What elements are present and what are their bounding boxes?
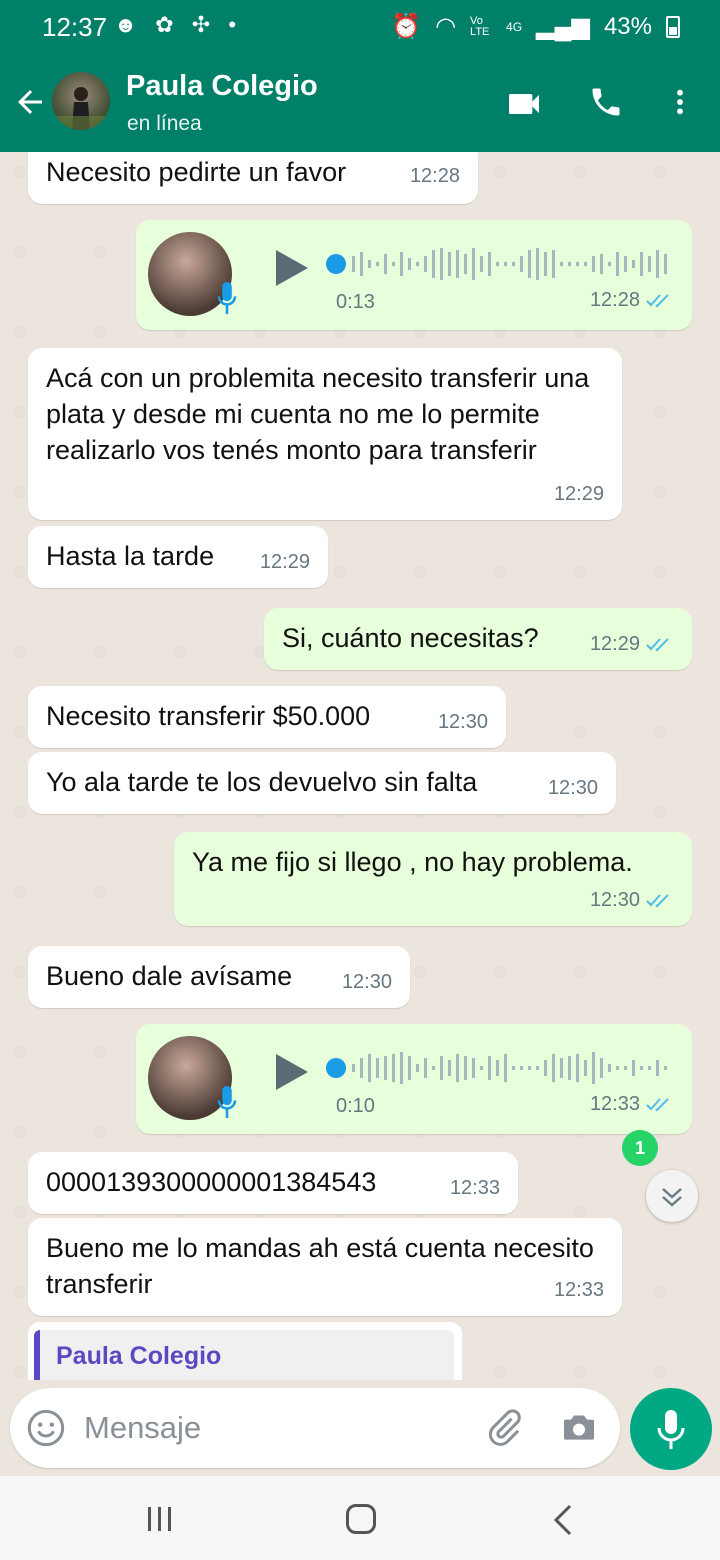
- attach-icon[interactable]: [484, 1408, 524, 1448]
- message-bubble[interactable]: Ya me fijo si llego , no hay problema. 1…: [174, 832, 692, 926]
- scroll-to-bottom-button[interactable]: [646, 1170, 698, 1222]
- video-call-icon[interactable]: [504, 84, 544, 124]
- message-composer: [10, 1388, 620, 1468]
- mic-icon: [217, 282, 237, 314]
- message-bubble[interactable]: 0000139300000001384543 12:33: [28, 1152, 518, 1214]
- camera-icon[interactable]: [558, 1408, 600, 1448]
- message-text: Bueno dale avísame: [46, 961, 293, 991]
- voice-message[interactable]: 0:13 12:28: [136, 220, 692, 330]
- mic-icon: [217, 1086, 237, 1118]
- wifi-icon: ◠: [435, 13, 457, 40]
- recent-apps-icon[interactable]: [146, 1506, 174, 1532]
- emoji-icon[interactable]: [26, 1408, 66, 1448]
- phone-icon[interactable]: [588, 84, 624, 120]
- unread-badge: 1: [622, 1130, 658, 1166]
- waveform[interactable]: [352, 1050, 672, 1086]
- alarm-icon: ⏰: [391, 13, 422, 40]
- message-bubble[interactable]: Bueno dale avísame 12:30: [28, 946, 410, 1008]
- read-ticks-icon: [646, 1098, 669, 1112]
- network-type: 4G: [506, 19, 523, 34]
- message-bubble[interactable]: Si, cuánto necesitas? 12:29: [264, 608, 692, 670]
- system-navigation-bar: [0, 1476, 720, 1560]
- message-time: 12:28: [589, 289, 640, 311]
- status-bar: 12:37 ☻ ✿ ✣ • ⏰ ◠ Vo LTE 4G ▂▄▆ 43%: [0, 0, 720, 56]
- message-time: 12:30: [589, 889, 640, 911]
- message-time: 12:33: [589, 1093, 640, 1115]
- message-text: Bueno me lo mandas ah está cuenta necesi…: [46, 1233, 594, 1299]
- play-icon[interactable]: [270, 248, 310, 288]
- quoted-message-preview[interactable]: Paula Colegio: [28, 1322, 462, 1380]
- chat-area[interactable]: Necesito pedirte un favor 12:28 0:13 12:…: [0, 152, 720, 1380]
- voice-duration: 0:10: [336, 1095, 375, 1117]
- contact-status: en línea: [127, 112, 202, 135]
- notification-icons: ☻ ✿ ✣ •: [114, 12, 243, 37]
- mic-icon: [657, 1410, 685, 1449]
- volte-indicator: Vo LTE: [470, 14, 490, 38]
- status-time: 12:37: [42, 12, 108, 42]
- message-text: Yo ala tarde te los devuelvo sin falta: [46, 767, 478, 797]
- waveform[interactable]: [352, 246, 672, 282]
- message-text: Ya me fijo si llego , no hay problema.: [192, 847, 633, 877]
- message-bubble[interactable]: Bueno me lo mandas ah está cuenta necesi…: [28, 1218, 622, 1316]
- message-bubble[interactable]: Necesito pedirte un favor 12:28: [28, 152, 478, 204]
- read-ticks-icon: [646, 638, 669, 652]
- message-time: 12:28: [409, 165, 460, 187]
- voice-message[interactable]: 0:10 12:33: [136, 1024, 692, 1134]
- message-time: 12:29: [259, 551, 310, 573]
- voice-duration: 0:13: [336, 291, 375, 313]
- signal-icon: ▂▄▆: [536, 13, 590, 40]
- message-time: 12:30: [341, 971, 392, 993]
- message-text: Acá con un problemita necesito transferi…: [46, 363, 590, 465]
- battery-level: 43%: [603, 12, 652, 40]
- message-time: 12:30: [547, 777, 598, 799]
- back-arrow-icon[interactable]: [12, 84, 48, 120]
- message-bubble[interactable]: Hasta la tarde 12:29: [28, 526, 328, 588]
- message-bubble[interactable]: Necesito transferir $50.000 12:30: [28, 686, 506, 748]
- voice-record-button[interactable]: [630, 1388, 712, 1470]
- message-text: Necesito pedirte un favor: [46, 157, 347, 187]
- home-icon[interactable]: [346, 1504, 376, 1534]
- avatar[interactable]: [52, 72, 110, 130]
- contact-name[interactable]: Paula Colegio: [126, 70, 318, 103]
- message-input[interactable]: [84, 1406, 464, 1450]
- nav-back-icon[interactable]: [552, 1504, 574, 1536]
- play-icon[interactable]: [270, 1052, 310, 1092]
- playback-position-dot[interactable]: [326, 254, 346, 274]
- message-bubble[interactable]: Yo ala tarde te los devuelvo sin falta 1…: [28, 752, 616, 814]
- message-time: 12:29: [589, 633, 640, 655]
- read-ticks-icon: [646, 894, 669, 908]
- battery-icon: [666, 15, 680, 38]
- playback-position-dot[interactable]: [326, 1058, 346, 1078]
- more-vert-icon[interactable]: [664, 84, 696, 120]
- message-text: Necesito transferir $50.000: [46, 701, 371, 731]
- message-bubble[interactable]: Acá con un problemita necesito transferi…: [28, 348, 622, 520]
- message-time: 12:33: [449, 1177, 500, 1199]
- double-chevron-down-icon: [662, 1188, 682, 1207]
- message-text: 0000139300000001384543: [46, 1167, 377, 1197]
- message-time: 12:29: [553, 483, 604, 505]
- quoted-sender-name: Paula Colegio: [56, 1342, 222, 1370]
- read-ticks-icon: [646, 294, 669, 308]
- chat-header: Paula Colegio en línea: [0, 56, 720, 152]
- message-time: 12:33: [553, 1279, 604, 1301]
- message-time: 12:30: [437, 711, 488, 733]
